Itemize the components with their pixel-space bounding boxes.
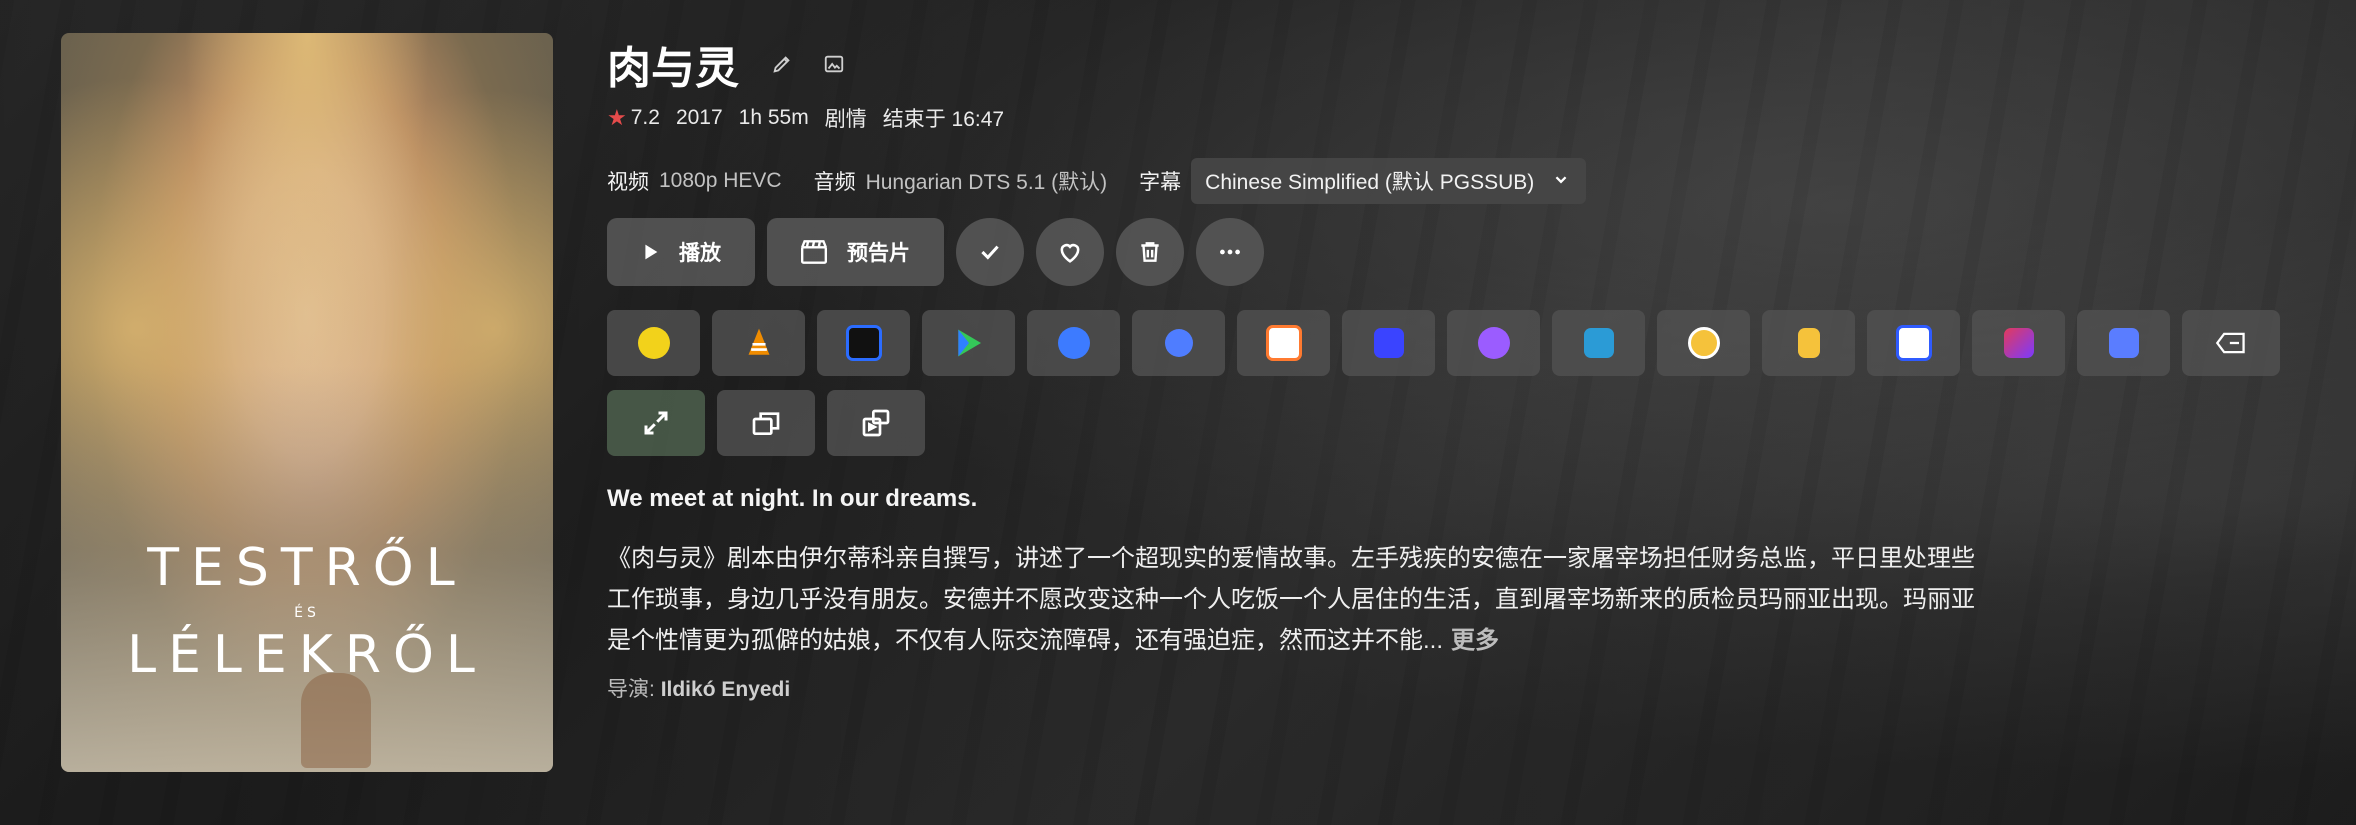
video-value: 1080p HEVC (659, 169, 782, 192)
window-icon (752, 412, 780, 435)
poster-image[interactable]: TESTRŐL ÉS LÉLEKRŐL (61, 33, 553, 772)
picture-in-picture-icon (862, 409, 890, 437)
player-3-icon (845, 325, 882, 361)
player-button-8[interactable] (1342, 310, 1435, 376)
year: 2017 (675, 106, 723, 129)
player-button-13[interactable] (1867, 310, 1960, 376)
ends-at: 结束于 16:47 (882, 108, 1005, 131)
check-icon (981, 245, 999, 260)
play-button[interactable]: 播放 (607, 218, 755, 286)
more-link[interactable]: 更多 (1451, 627, 1499, 654)
genre: 剧情 (824, 108, 867, 131)
audio-value: Hungarian DTS 5.1 (默认) (865, 171, 1108, 194)
player-10-icon (1583, 328, 1614, 358)
player-button-4[interactable] (922, 310, 1015, 376)
rating: 7.2 (630, 106, 660, 129)
video-label: 视频 (607, 171, 649, 194)
external-players (607, 310, 2297, 470)
image-icon[interactable] (817, 47, 851, 81)
player-button-vlc[interactable] (712, 310, 805, 376)
mark-watched-button[interactable] (956, 218, 1024, 286)
more-icon (1220, 249, 1240, 255)
heart-icon (1060, 243, 1080, 263)
player-15-icon (2108, 328, 2139, 358)
backspace-icon (2215, 332, 2245, 354)
delete-button[interactable] (1116, 218, 1184, 286)
player-9-icon (1477, 327, 1510, 359)
tagline: We meet at night. In our dreams. (607, 485, 978, 512)
player-button-5[interactable] (1027, 310, 1120, 376)
player-button-10[interactable] (1552, 310, 1645, 376)
player-button-1[interactable] (607, 310, 700, 376)
poster-title-line2: ÉS (294, 605, 320, 621)
play-icon (645, 244, 658, 260)
trailer-button[interactable]: 预告片 (767, 218, 944, 286)
player-button-12[interactable] (1762, 310, 1855, 376)
player-6-icon (1164, 329, 1193, 357)
director-name[interactable]: Ildikó Enyedi (661, 678, 791, 701)
trash-icon (1141, 242, 1159, 262)
meta-row: ★ 7.2 2017 1h 55m 剧情 结束于 16:47 (607, 103, 1020, 133)
backspace-button[interactable] (2182, 310, 2280, 376)
play-label: 播放 (679, 242, 721, 265)
subtitle-select[interactable]: Chinese Simplified (默认 PGSSUB) (1191, 158, 1587, 204)
pip-button[interactable] (827, 390, 925, 456)
action-buttons: 播放 预告片 (607, 218, 1276, 286)
chevron-down-icon (1555, 176, 1567, 184)
subtitle-select-value: Chinese Simplified (默认 PGSSUB) (1205, 171, 1535, 194)
clapperboard-icon (801, 240, 827, 264)
favorite-button[interactable] (1036, 218, 1104, 286)
audio-label: 音频 (813, 171, 856, 194)
player-button-3[interactable] (817, 310, 910, 376)
overview: 《肉与灵》剧本由伊尔蒂科亲自撰写，讲述了一个超现实的爱情故事。左手残疾的安德在一… (607, 538, 1987, 661)
star-icon: ★ (607, 105, 627, 130)
director-row: 导演: Ildikó Enyedi (607, 673, 790, 703)
expand-icon (644, 411, 668, 435)
poster-title-line1: TESTRŐL (147, 538, 467, 598)
poster-title-line3: LÉLEKRŐL (127, 625, 487, 685)
page-title: 肉与灵 (607, 44, 739, 93)
player-7-icon (1265, 325, 1302, 361)
poster-deer (301, 673, 371, 768)
player-button-9[interactable] (1447, 310, 1540, 376)
director-label: 导演: (607, 678, 655, 701)
player-button-7[interactable] (1237, 310, 1330, 376)
window-button[interactable] (717, 390, 815, 456)
player-button-11[interactable] (1657, 310, 1750, 376)
title-row: 肉与灵 (607, 32, 851, 96)
player-button-15[interactable] (2077, 310, 2170, 376)
player-11-icon (1687, 327, 1720, 359)
overview-text: 《肉与灵》剧本由伊尔蒂科亲自撰写，讲述了一个超现实的爱情故事。左手残疾的安德在一… (607, 545, 1975, 654)
player-1-icon (637, 327, 670, 359)
more-options-button[interactable] (1196, 218, 1264, 286)
player-5-icon (1057, 327, 1090, 359)
player-button-6[interactable] (1132, 310, 1225, 376)
player-13-icon (1895, 325, 1932, 361)
stream-info-row: 视频 1080p HEVC 音频 Hungarian DTS 5.1 (默认) … (607, 158, 1587, 204)
player-8-icon (1373, 328, 1404, 358)
subtitle-label: 字幕 (1139, 171, 1182, 194)
player-12-icon (1797, 328, 1820, 358)
player-button-14[interactable] (1972, 310, 2065, 376)
fullscreen-button[interactable] (607, 390, 705, 456)
edit-icon[interactable] (765, 47, 799, 81)
runtime: 1h 55m (738, 106, 809, 129)
vlc-icon (748, 328, 769, 355)
trailer-label: 预告片 (847, 242, 910, 265)
player-14-icon (2003, 328, 2034, 358)
player-4-icon (957, 329, 981, 357)
